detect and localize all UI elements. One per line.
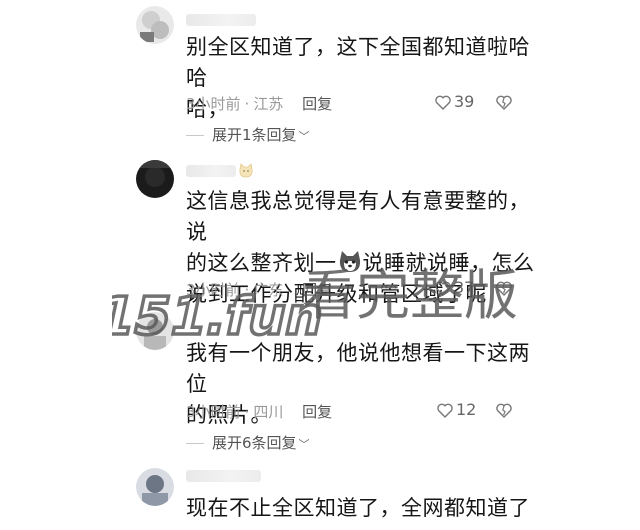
expand-replies-label: 展开1条回复	[212, 126, 297, 144]
avatar[interactable]	[136, 312, 174, 350]
like-count: 12	[456, 400, 477, 419]
like-count: 39	[454, 92, 475, 111]
cat-badge-icon	[238, 163, 254, 183]
comment-meta: 3小时前 · 江苏 回复	[186, 93, 332, 114]
expand-replies-label: 展开6条回复	[212, 434, 297, 452]
comment-text-line: 现在不止全区知道了，全网都知道了	[186, 496, 530, 520]
comment-meta: 3小时前 · 四川 回复	[186, 401, 332, 422]
meta-separator: ·	[244, 403, 250, 421]
chevron-down-icon: ﹀	[298, 130, 310, 143]
chevron-down-icon: ﹀	[298, 438, 310, 451]
comment-text-segment: 的这么整齐划一	[186, 251, 337, 275]
heart-outline-icon	[435, 281, 451, 296]
divider	[186, 443, 204, 444]
like-count: 37	[454, 278, 475, 297]
timestamp: 3小时前	[186, 403, 241, 421]
meta-separator: ·	[244, 281, 250, 299]
broken-heart-icon	[496, 95, 512, 110]
comment-text-line: 这信息我总觉得是有人有意要整的，说	[186, 189, 530, 244]
location: 江苏	[253, 95, 284, 113]
avatar[interactable]	[136, 468, 174, 506]
avatar[interactable]	[136, 6, 174, 44]
reply-button[interactable]: 回复	[302, 403, 332, 421]
reply-button[interactable]: 回复	[302, 95, 332, 113]
comment-text: 现在不止全区知道了，全网都知道了	[186, 493, 541, 524]
avatar[interactable]	[136, 160, 174, 198]
comment-text-line: 的这么整齐划一 说睡就说睡，怎么	[186, 248, 541, 279]
heart-outline-icon	[437, 403, 453, 418]
dislike-button[interactable]	[496, 281, 512, 300]
username[interactable]	[186, 165, 236, 177]
dislike-button[interactable]	[496, 95, 512, 114]
like-button[interactable]: 12	[437, 400, 476, 419]
comment-text-line: 我有一个朋友，他说他想看一下这两位	[186, 341, 530, 396]
comment-text-line: 别全区知道了，这下全国都知道啦哈哈	[186, 35, 530, 90]
comment-text-segment: 说睡就说睡，怎么	[362, 251, 535, 275]
timestamp: 3小时前	[186, 281, 241, 299]
expand-replies-button[interactable]: 展开1条回复 ﹀	[186, 124, 310, 145]
location: 四川	[253, 403, 284, 421]
reply-button[interactable]: 回复	[302, 281, 332, 299]
like-button[interactable]: 39	[435, 92, 474, 111]
username[interactable]	[186, 14, 256, 26]
heart-outline-icon	[435, 95, 451, 110]
broken-heart-icon	[496, 403, 512, 418]
expand-replies-button[interactable]: 展开6条回复 ﹀	[186, 432, 310, 453]
meta-separator: ·	[244, 95, 250, 113]
username[interactable]	[186, 470, 261, 482]
divider	[186, 135, 204, 136]
location: 广东	[253, 281, 284, 299]
dislike-button[interactable]	[496, 403, 512, 422]
timestamp: 3小时前	[186, 95, 241, 113]
like-button[interactable]: 37	[435, 278, 474, 297]
broken-heart-icon	[496, 281, 512, 296]
comment-meta: 3小时前 · 广东 回复	[186, 279, 332, 300]
husky-emoji-icon	[337, 250, 363, 274]
